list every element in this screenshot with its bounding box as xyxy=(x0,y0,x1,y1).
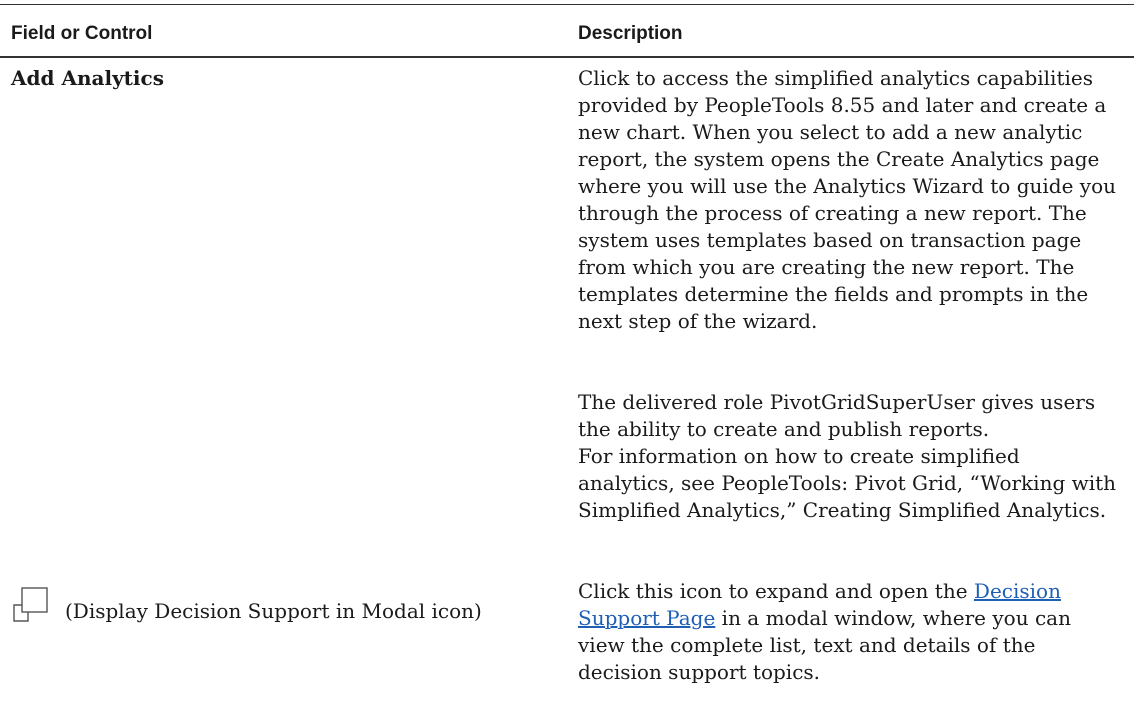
header-description: Description xyxy=(578,23,683,44)
field-display-in-modal: (Display Decision Support in Modal icon) xyxy=(11,585,482,625)
description-text: Click to access the simplified analytics… xyxy=(578,66,1116,333)
description-add-analytics-paragraph-3: For information on how to create simplif… xyxy=(578,443,1118,524)
table-header-row: Field or Control Description xyxy=(0,5,1134,55)
description-display-in-modal: Click this icon to expand and open the D… xyxy=(578,578,1118,686)
description-text-before-link: Click this icon to expand and open the xyxy=(578,579,974,603)
display-in-modal-icon xyxy=(13,587,48,622)
table-header-rule xyxy=(0,56,1134,58)
description-add-analytics-paragraph-2: The delivered role PivotGridSuperUser gi… xyxy=(578,389,1118,443)
field-add-analytics: Add Analytics xyxy=(11,66,164,90)
description-add-analytics-paragraph-1: Click to access the simplified analytics… xyxy=(578,65,1118,335)
header-field-or-control: Field or Control xyxy=(11,23,153,44)
description-text: For information on how to create simplif… xyxy=(578,444,1117,522)
description-text: Click this icon to expand and open the D… xyxy=(578,578,1118,686)
field-display-in-modal-label: (Display Decision Support in Modal icon) xyxy=(65,599,482,623)
description-text: The delivered role PivotGridSuperUser gi… xyxy=(578,390,1096,441)
